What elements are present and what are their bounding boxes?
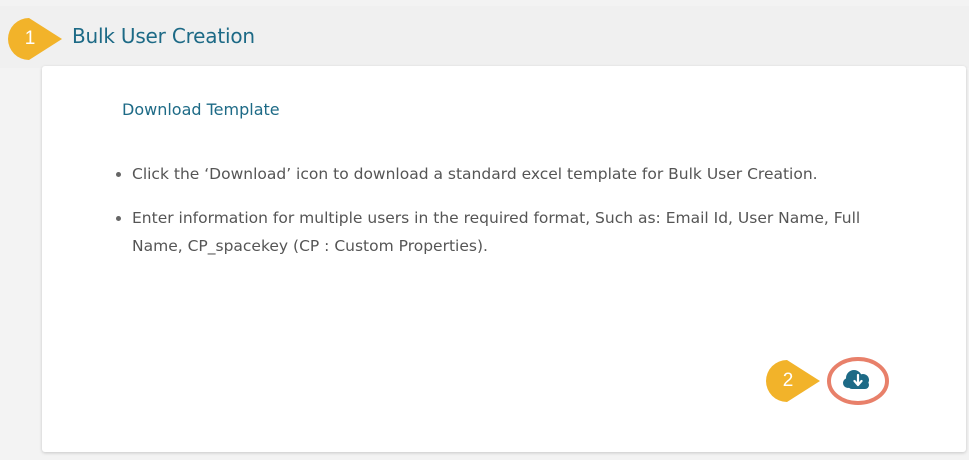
download-template-button[interactable] bbox=[826, 356, 890, 406]
instruction-item: Enter information for multiple users in … bbox=[112, 204, 912, 260]
step-number: 1 bbox=[24, 28, 36, 49]
instruction-item: Click the ‘Download’ icon to download a … bbox=[112, 160, 912, 188]
step-badge-2: 2 bbox=[766, 360, 822, 402]
section-title: Bulk User Creation bbox=[72, 24, 255, 48]
step-badge-1: 1 bbox=[8, 18, 64, 60]
card-title: Download Template bbox=[122, 100, 280, 119]
cloud-download-icon[interactable] bbox=[826, 356, 890, 406]
instruction-list: Click the ‘Download’ icon to download a … bbox=[112, 160, 912, 276]
step-number: 2 bbox=[782, 370, 794, 391]
